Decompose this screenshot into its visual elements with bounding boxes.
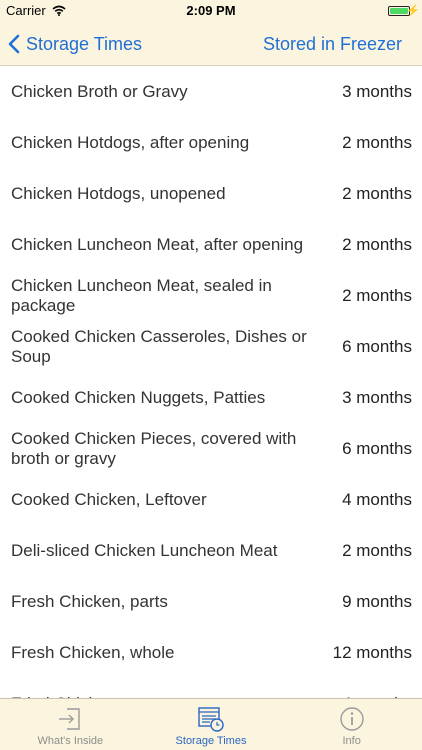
list-item[interactable]: Cooked Chicken Casseroles, Dishes or Sou… [0,321,422,372]
list-item[interactable]: Deli-sliced Chicken Luncheon Meat 2 month… [0,525,422,576]
item-duration: 2 months [342,234,412,254]
item-duration: 3 months [342,81,412,101]
tab-label: Info [342,735,361,747]
item-duration: 6 months [342,438,412,458]
chevron-left-icon [8,34,20,54]
sign-in-icon [59,708,81,730]
item-duration: 12 months [332,642,412,662]
item-label: Fresh Chicken, parts [11,591,168,611]
item-duration: 2 months [342,285,412,305]
charging-icon: ⚡ [406,5,420,17]
list-item[interactable]: Cooked Chicken Nuggets, Patties 3 months [0,372,422,423]
list-item[interactable]: Chicken Luncheon Meat, after opening 2 mo… [0,219,422,270]
item-duration: 9 months [342,591,412,611]
back-button-label: Storage Times [26,33,143,54]
item-label: Deli-sliced Chicken Luncheon Meat [11,540,278,560]
storage-list[interactable]: Chicken Broth or Gravy 3 months Chicken Ho… [0,66,422,699]
item-label: Chicken Luncheon Meat, sealed in package [11,275,272,315]
clock: 2:09 PM [186,3,236,18]
item-label: Chicken Broth or Gravy [11,81,188,101]
item-label: Cooked Chicken, Leftover [11,489,207,509]
list-item[interactable]: Chicken Hotdogs, after opening 2 months [0,117,422,168]
navigation-bar: Storage Times Stored in Freezer [0,22,422,66]
item-duration: 2 months [342,183,412,203]
status-bar: Carrier 2:09 PM ⚡ [0,0,422,22]
item-label: Cooked Chicken Pieces, covered with brot… [11,428,297,468]
list-item[interactable]: Chicken Broth or Gravy 3 months [0,66,422,117]
list-item[interactable]: Fresh Chicken, parts 9 months [0,576,422,627]
list-item[interactable]: Fresh Chicken, whole 12 months [0,627,422,678]
tab-info[interactable]: Info [281,699,422,750]
item-label: Fresh Chicken, whole [11,642,175,662]
list-item[interactable]: Fried Chicken4 months [0,678,422,699]
calendar-clock-icon [198,707,224,732]
item-label: Chicken Hotdogs, after opening [11,132,250,152]
back-button[interactable]: Storage Times [8,31,142,57]
item-label: Cooked Chicken Nuggets, Patties [11,387,266,407]
list-item[interactable]: Cooked Chicken, Leftover 4 months [0,474,422,525]
item-label: Chicken Luncheon Meat, after opening [11,234,304,254]
tab-bar: What's Inside Storage Times Info [0,698,422,750]
info-icon [339,707,364,731]
item-duration: 2 months [342,132,412,152]
item-duration: 4 months [342,489,412,509]
list-item[interactable]: Cooked Chicken Pieces, covered with brot… [0,423,422,474]
item-label: Chicken Hotdogs, unopened [11,183,226,203]
list-item[interactable]: Chicken Hotdogs, unopened 2 months [0,168,422,219]
item-duration: 2 months [342,540,412,560]
tab-storage-times[interactable]: Storage Times [141,699,282,750]
tab-label: What's Inside [37,735,104,747]
item-label: Cooked Chicken Casseroles, Dishes or Sou… [11,326,307,366]
item-duration: 3 months [342,387,412,407]
tab-whats-inside[interactable]: What's Inside [0,699,141,750]
item-duration: 6 months [342,336,412,356]
nav-title: Stored in Freezer [262,34,402,54]
tab-label: Storage Times [175,735,247,747]
list-item[interactable]: Chicken Luncheon Meat, sealed in package… [0,270,422,321]
